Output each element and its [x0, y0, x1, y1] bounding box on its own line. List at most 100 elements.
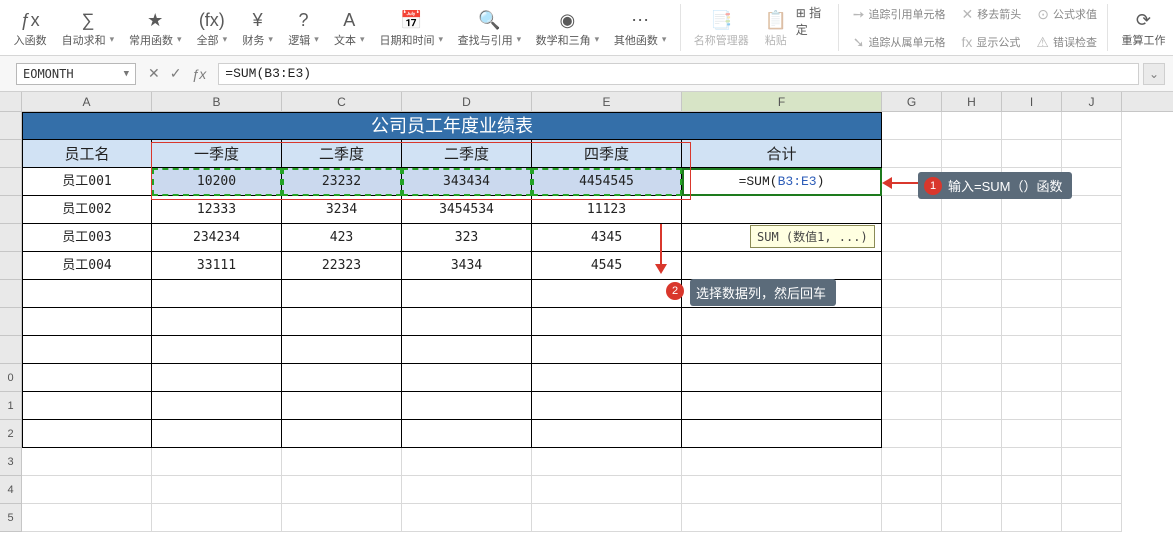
cell[interactable]	[1062, 336, 1122, 364]
cell[interactable]	[882, 476, 942, 504]
cell[interactable]	[532, 280, 682, 308]
col-header-F[interactable]: F	[682, 92, 882, 111]
cell-q2[interactable]: 423	[282, 224, 402, 252]
col-header-E[interactable]: E	[532, 92, 682, 111]
cell[interactable]	[282, 336, 402, 364]
row-header[interactable]: 2	[0, 420, 22, 448]
cell[interactable]	[402, 336, 532, 364]
cell[interactable]	[152, 364, 282, 392]
cell[interactable]	[1002, 476, 1062, 504]
finance-button[interactable]: ¥ 财务	[235, 0, 281, 55]
cell[interactable]	[532, 364, 682, 392]
cell[interactable]	[682, 476, 882, 504]
spreadsheet-grid[interactable]: A B C D E F G H I J 公司员工年度业绩表 员工名 一季度 二季…	[0, 92, 1173, 558]
row-header[interactable]: 4	[0, 476, 22, 504]
cell-q1[interactable]: 234234	[152, 224, 282, 252]
chevron-down-icon[interactable]: ▼	[124, 69, 129, 79]
cell[interactable]	[1062, 280, 1122, 308]
confirm-icon[interactable]: ✓	[170, 65, 182, 82]
paste-name-button[interactable]: 📋 粘贴	[756, 0, 796, 55]
cell[interactable]	[1062, 140, 1122, 168]
cell[interactable]	[152, 476, 282, 504]
cell[interactable]	[942, 308, 1002, 336]
cell[interactable]	[532, 476, 682, 504]
col-header-G[interactable]: G	[882, 92, 942, 111]
select-all-corner[interactable]	[0, 92, 22, 111]
cell[interactable]	[1062, 308, 1122, 336]
cell[interactable]	[1002, 336, 1062, 364]
cell[interactable]	[282, 476, 402, 504]
fx-icon[interactable]: ƒx	[191, 66, 206, 82]
cell[interactable]	[942, 336, 1002, 364]
cell[interactable]	[22, 280, 152, 308]
cell-name[interactable]: 员工004	[22, 252, 152, 280]
cell[interactable]	[1062, 196, 1122, 224]
cell-q3[interactable]: 3454534	[402, 196, 532, 224]
cell[interactable]	[682, 392, 882, 420]
cell[interactable]	[942, 364, 1002, 392]
cell[interactable]	[1002, 308, 1062, 336]
cell[interactable]	[942, 420, 1002, 448]
col-header-J[interactable]: J	[1062, 92, 1122, 111]
cell[interactable]	[22, 308, 152, 336]
cell[interactable]	[22, 336, 152, 364]
cell[interactable]	[402, 448, 532, 476]
cell[interactable]	[682, 448, 882, 476]
row-header[interactable]	[0, 168, 22, 196]
row-header[interactable]: 5	[0, 504, 22, 532]
show-formulas-button[interactable]: fx 显示公式	[958, 28, 1025, 56]
row-header[interactable]: 0	[0, 364, 22, 392]
cell[interactable]	[152, 504, 282, 532]
cell[interactable]	[282, 420, 402, 448]
cell[interactable]	[682, 504, 882, 532]
cell[interactable]	[1062, 504, 1122, 532]
cell[interactable]	[22, 504, 152, 532]
recalculate-button[interactable]: ⟳ 重算工作	[1114, 0, 1173, 55]
col-header-A[interactable]: A	[22, 92, 152, 111]
datetime-button[interactable]: 📅 日期和时间	[372, 0, 450, 55]
cell[interactable]	[152, 420, 282, 448]
col-header-D[interactable]: D	[402, 92, 532, 111]
row-header[interactable]	[0, 308, 22, 336]
cell[interactable]	[22, 448, 152, 476]
cell[interactable]	[882, 336, 942, 364]
formula-input[interactable]: =SUM(B3:E3)	[218, 63, 1139, 85]
cell[interactable]	[152, 448, 282, 476]
cell[interactable]	[682, 308, 882, 336]
cell[interactable]	[402, 420, 532, 448]
cancel-icon[interactable]: ✕	[148, 65, 160, 82]
cell[interactable]	[152, 308, 282, 336]
cell-q4[interactable]: 11123	[532, 196, 682, 224]
cell[interactable]	[882, 364, 942, 392]
cell[interactable]	[282, 364, 402, 392]
cell[interactable]	[942, 392, 1002, 420]
cell[interactable]	[1062, 476, 1122, 504]
cell[interactable]	[282, 392, 402, 420]
cell[interactable]	[882, 420, 942, 448]
cell[interactable]	[882, 112, 942, 140]
assign-name-button[interactable]: ⊞ 指定	[796, 4, 832, 38]
cell-q2[interactable]: 22323	[282, 252, 402, 280]
cell[interactable]	[402, 392, 532, 420]
cell[interactable]	[402, 280, 532, 308]
cell[interactable]	[1002, 364, 1062, 392]
active-cell-F3[interactable]: =SUM(B3:E3)	[682, 168, 882, 196]
cell[interactable]	[282, 448, 402, 476]
cell[interactable]	[282, 280, 402, 308]
trace-precedents-button[interactable]: ➙ 追踪引用单元格	[849, 0, 950, 28]
cell[interactable]	[402, 476, 532, 504]
cell[interactable]	[682, 364, 882, 392]
cell[interactable]	[1062, 448, 1122, 476]
cell-name[interactable]: 员工002	[22, 196, 152, 224]
row-header[interactable]	[0, 280, 22, 308]
cell[interactable]	[152, 392, 282, 420]
text-button[interactable]: A 文本	[326, 0, 372, 55]
row-header[interactable]	[0, 336, 22, 364]
cell[interactable]	[882, 224, 942, 252]
cell[interactable]	[682, 336, 882, 364]
cell[interactable]	[882, 140, 942, 168]
cell[interactable]	[1002, 392, 1062, 420]
col-header-H[interactable]: H	[942, 92, 1002, 111]
cell[interactable]	[22, 476, 152, 504]
cell[interactable]	[1002, 196, 1062, 224]
